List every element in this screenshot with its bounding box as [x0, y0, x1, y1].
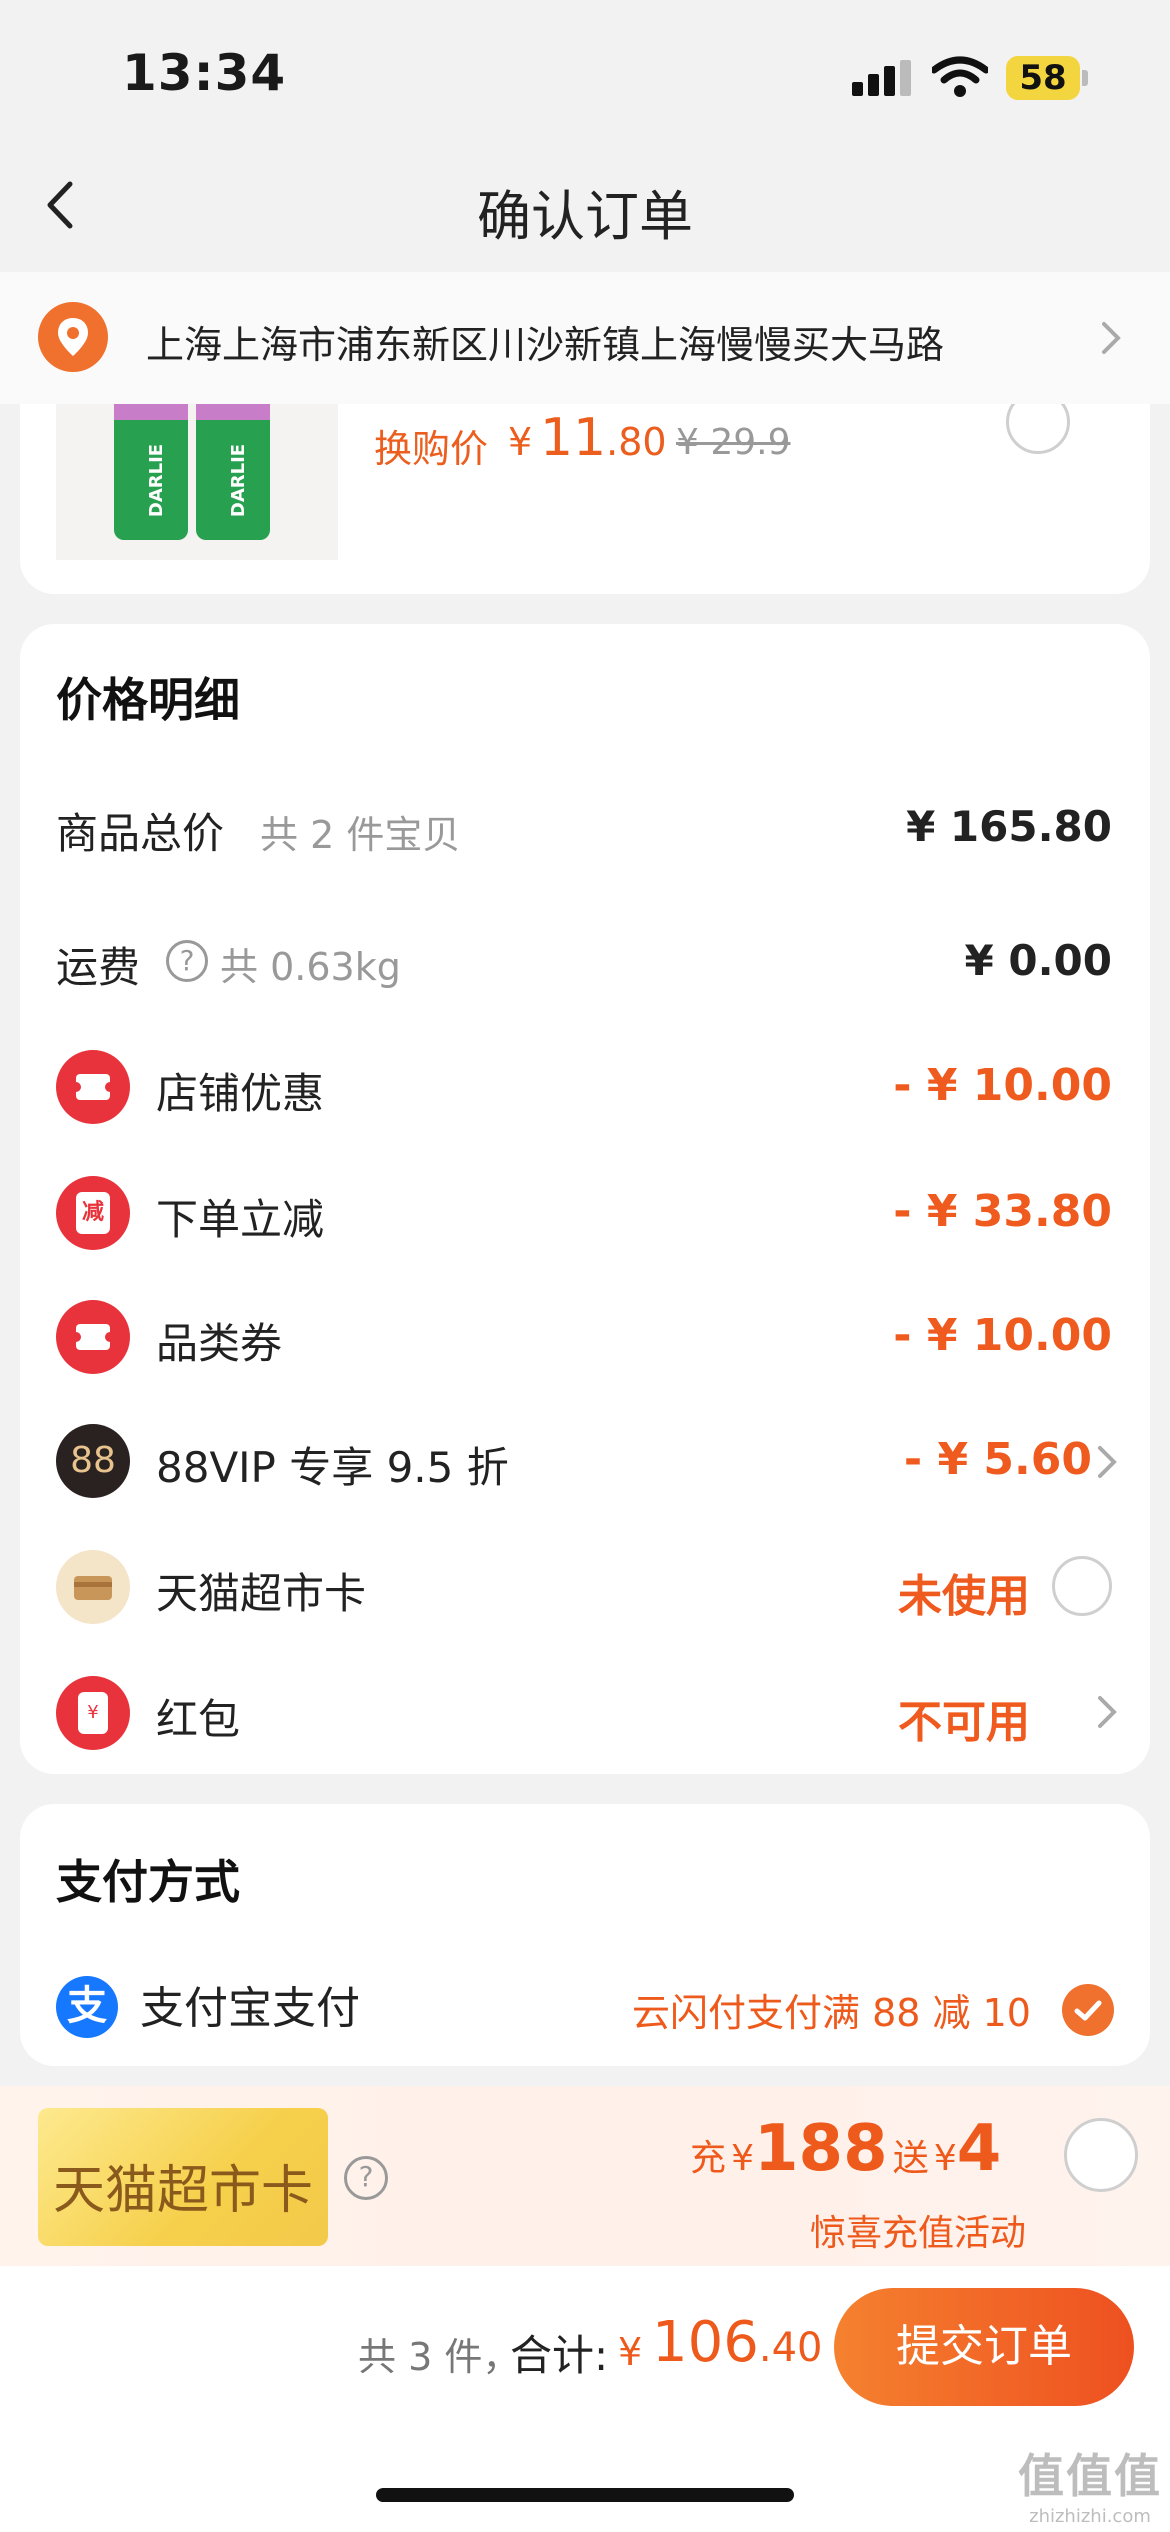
chevron-right-icon[interactable] [1094, 1442, 1120, 1482]
original-price: ¥ 29.9 [676, 422, 791, 463]
page-title: 确认订单 [477, 185, 693, 248]
location-pin-icon [38, 302, 108, 372]
ticket-icon [56, 1050, 130, 1124]
discount-value-vip[interactable]: - ¥ 5.60 [672, 1434, 1092, 1485]
chevron-right-icon[interactable] [1094, 318, 1128, 358]
submit-order-button[interactable]: 提交订单 [834, 2288, 1134, 2406]
battery-icon: 58 [1006, 56, 1088, 100]
watermark: 值值值 zhizhizhi.com [1018, 2449, 1162, 2527]
card-icon [56, 1550, 130, 1624]
subtotal-count: 共 2 件宝贝 [260, 813, 461, 857]
exchange-price-label: 换购价 [374, 427, 489, 471]
product-brand-text: DARLIE [146, 443, 168, 518]
shipping-label: 运费 [56, 943, 141, 992]
total-amount: 106.40 [652, 2310, 823, 2375]
shipping-weight: 共 0.63kg [220, 945, 401, 989]
discount-value-card: 未使用 [898, 1571, 1030, 1622]
total-label: 合计: [510, 2331, 609, 2380]
ticket-icon [56, 1300, 130, 1374]
discount-label-card: 天猫超市卡 [156, 1569, 367, 1618]
battery-level: 58 [1019, 58, 1067, 98]
recharge-radio[interactable] [1064, 2118, 1138, 2192]
discount-label-shop: 店铺优惠 [156, 1069, 325, 1118]
discount-label-redpacket: 红包 [156, 1695, 241, 1744]
discount-label-instant: 下单立减 [156, 1195, 325, 1244]
total-count: 共 3 件， [358, 2335, 521, 2379]
payment-promo: 云闪付支付满 88 减 10 [632, 1991, 1031, 2035]
total-yen: ¥ [618, 2330, 643, 2374]
delivery-address[interactable]: 上海上海市浦东新区川沙新镇上海慢慢买大马路 [146, 314, 944, 369]
discount-value-shop: - ¥ 10.00 [893, 1060, 1112, 1111]
payment-method-label[interactable]: 支付宝支付 [140, 1972, 360, 2036]
payment-title: 支付方式 [56, 1855, 240, 1909]
home-indicator[interactable] [376, 2488, 794, 2502]
discount-value-redpacket[interactable]: 不可用 [610, 1686, 1030, 1750]
discount-label-vip: 88VIP 专享 9.5 折 [156, 1443, 509, 1492]
tmall-card-text: 天猫超市卡 [52, 2161, 313, 2221]
card-use-radio[interactable] [1052, 1556, 1112, 1616]
exchange-price-yen: ¥ [508, 420, 533, 464]
cellular-signal-icon [852, 60, 912, 96]
wifi-icon [932, 56, 988, 97]
help-icon[interactable]: ? [344, 2156, 388, 2200]
88vip-icon: 88 [56, 1424, 130, 1498]
instant-discount-icon: 减 [56, 1176, 130, 1250]
recharge-subtitle: 惊喜充值活动 [810, 2213, 1027, 2254]
chevron-right-icon[interactable] [1094, 1692, 1120, 1732]
alipay-icon: 支 [56, 1976, 118, 2038]
recharge-offer: 充 ¥188 送 ¥4 [690, 2112, 1002, 2186]
price-detail-title: 价格明细 [56, 673, 240, 727]
product-image[interactable]: DARLIE DARLIE [56, 380, 338, 560]
check-icon[interactable] [1062, 1984, 1114, 2036]
help-icon[interactable]: ? [166, 940, 208, 982]
product-brand-text: DARLIE [228, 443, 250, 518]
subtotal-value: ¥ 165.80 [906, 802, 1112, 851]
exchange-price: 11.80 [540, 408, 667, 468]
discount-value-instant: - ¥ 33.80 [893, 1186, 1112, 1237]
red-packet-icon: ¥ [56, 1676, 130, 1750]
discount-value-category: - ¥ 10.00 [893, 1310, 1112, 1361]
shipping-value: ¥ 0.00 [964, 936, 1112, 985]
subtotal-label: 商品总价 [56, 809, 225, 858]
status-time: 13:34 [122, 44, 287, 102]
discount-label-category: 品类券 [156, 1319, 283, 1368]
